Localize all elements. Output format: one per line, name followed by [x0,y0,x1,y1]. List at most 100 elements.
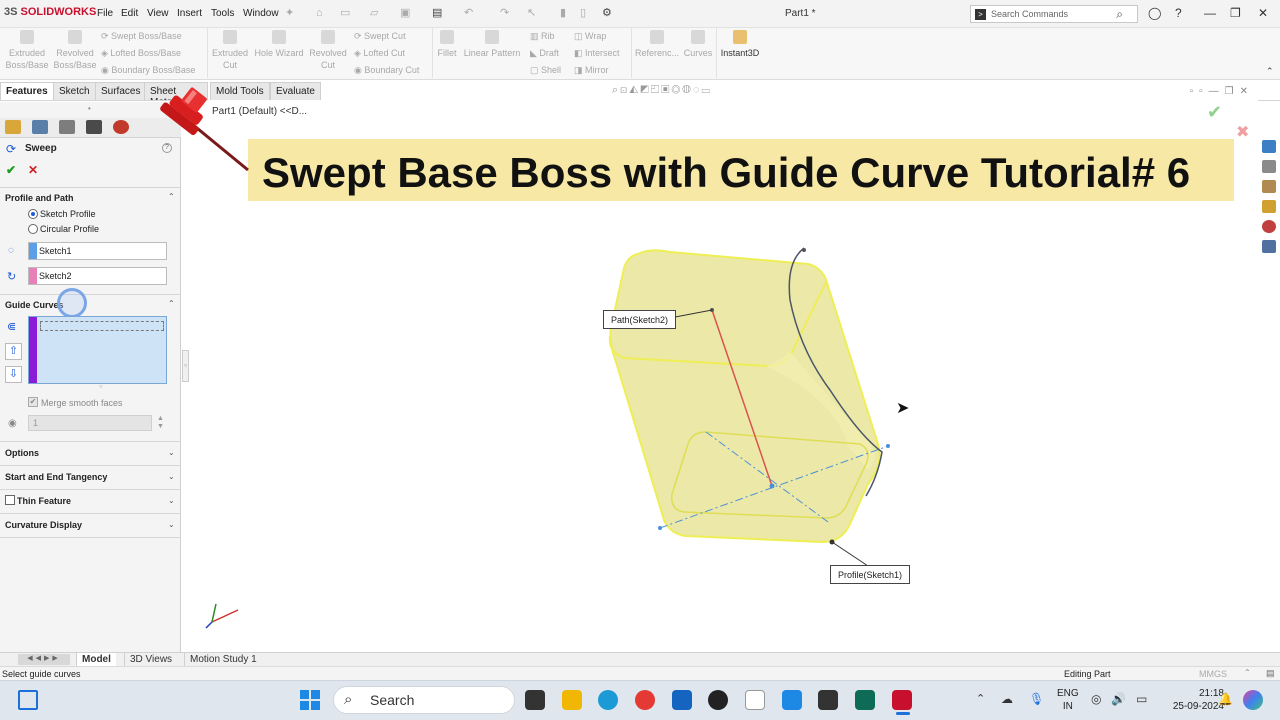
swept-part-model[interactable] [590,240,910,580]
instant3d-button[interactable]: Instant3D [718,30,762,59]
spin-arrows-icon[interactable]: ▲ ▼ [157,415,164,431]
command-search-input[interactable]: > Search Commands ⌕ [970,5,1138,23]
units-chevron-icon[interactable]: ⌃ [1244,668,1251,677]
section-view-icon[interactable]: ◩ [640,84,650,96]
revolved-cut-button[interactable]: Revolved Cut [306,30,350,71]
file-explorer-icon[interactable] [562,690,582,710]
battery-icon[interactable]: ▭ [1136,692,1147,706]
design-library-icon[interactable] [1262,180,1276,193]
minimize-icon[interactable]: — [1204,6,1216,20]
extruded-cut-button[interactable]: Extruded Cut [210,30,250,71]
intersect-button[interactable]: ◧ Intersect [574,48,620,59]
viewport-window-controls[interactable]: ▫▫—❐✕ [1190,86,1254,97]
tab-model[interactable]: Model [76,653,116,667]
options-heading[interactable]: Options [5,448,39,458]
redo-icon[interactable]: ↷ [500,7,512,19]
profile-and-path-heading[interactable]: Profile and Path [5,193,74,203]
undo-icon[interactable]: ↶ [464,7,476,19]
user-icon[interactable]: ◯ [1148,6,1161,20]
lofted-cut-button[interactable]: ◈ Lofted Cut [354,48,405,59]
curvature-display-heading[interactable]: Curvature Display [5,520,82,530]
menu-window[interactable]: Window [243,8,279,19]
shell-button[interactable]: ▢ Shell [530,65,561,76]
network-icon[interactable]: ◎ [1091,692,1101,706]
circular-profile-radio[interactable] [28,224,38,234]
edge-browser-icon[interactable] [598,690,618,710]
cloud-icon[interactable]: ☁ [1001,692,1013,706]
thin-feature-heading[interactable]: Thin Feature [17,496,71,506]
merge-smooth-checkbox[interactable]: ✔ [28,397,38,407]
panel-collapse-handle[interactable]: ○ [182,350,189,382]
count-spinbox[interactable]: 1 [28,415,152,431]
confirm-corner-check-icon[interactable]: ✔ [1207,102,1222,123]
thin-feature-checkbox[interactable] [5,495,15,505]
guide-curves-list[interactable] [28,316,167,384]
save-icon[interactable]: ▣ [400,7,412,19]
select-icon[interactable]: ↖ [527,7,539,19]
dimxpert-icon[interactable] [86,120,102,134]
custom-properties-icon[interactable] [1262,240,1276,253]
resources-icon[interactable] [1262,160,1276,173]
search-icon[interactable]: ⌕ [1116,7,1123,22]
move-down-button[interactable]: ⇩ [5,366,22,383]
calculator-icon[interactable] [782,690,802,710]
guide-curves-heading[interactable]: Guide Curves [5,300,64,310]
mirror-button[interactable]: ◨ Mirror [574,65,609,76]
profile-callout[interactable]: Profile(Sketch1) [830,565,911,584]
display-style-icon[interactable]: ▣ [661,84,671,96]
volume-icon[interactable]: 🔊 [1111,692,1126,706]
terminal-app-icon[interactable] [855,690,875,710]
pin-menu-icon[interactable]: ✦ [285,7,297,19]
menu-insert[interactable]: Insert [177,8,202,19]
guide-endpoint[interactable] [802,248,806,252]
collapse-ribbon-icon[interactable]: ⌃ [1266,66,1274,77]
units-selector[interactable]: MMGS [1199,669,1227,679]
help-icon[interactable]: ? [1175,6,1182,20]
reference-geometry-button[interactable]: Referenc... [634,30,680,59]
gear-icon[interactable]: ⚙ [602,7,614,19]
sketch-profile-radio[interactable] [28,209,38,219]
start-windows-icon[interactable] [300,690,320,710]
tab-evaluate[interactable]: Evaluate [270,82,321,100]
check-icon[interactable]: ✔ [6,163,16,177]
tab-3d-views[interactable]: 3D Views [124,653,177,667]
boundary-cut-button[interactable]: ◉ Boundary Cut [354,65,419,76]
menu-view[interactable]: View [147,8,169,19]
menu-tools[interactable]: Tools [211,8,234,19]
eye-icon[interactable]: ◉ [8,418,17,429]
curves-button[interactable]: Curves [681,30,715,59]
file-explorer-icon[interactable] [1262,200,1276,213]
configuration-manager-icon[interactable] [59,120,75,134]
tab-scroll-arrows-icon[interactable]: ◀◀▶▶ [18,654,70,665]
start-end-tangency-heading[interactable]: Start and End Tangency [5,472,107,482]
view-orientation-icon[interactable]: ◰ [651,84,661,96]
solidworks-app-icon[interactable] [892,690,912,710]
fillet-button[interactable]: Fillet [434,30,460,59]
zoom-area-icon[interactable]: ⊡ [620,84,629,96]
store-icon[interactable] [672,690,692,710]
hole-wizard-button[interactable]: Hole Wizard [252,30,306,59]
guide-list-empty-slot[interactable] [40,321,164,331]
rebuild-icon[interactable]: ▮ [560,7,572,19]
wrap-button[interactable]: ◫ Wrap [574,31,606,42]
tab-sketch[interactable]: Sketch [53,82,96,100]
menu-file[interactable]: File [97,8,113,19]
menu-edit[interactable]: Edit [121,8,138,19]
zoom-to-fit-icon[interactable]: ⌕ [612,84,620,96]
display-manager-icon[interactable] [113,120,129,134]
property-manager-icon[interactable] [32,120,48,134]
sketch-point[interactable] [658,526,662,530]
tab-features[interactable]: Features [0,82,54,100]
tab-surfaces[interactable]: Surfaces [95,82,147,100]
notepad-icon[interactable] [745,690,765,710]
feature-manager-icon[interactable] [5,120,21,134]
close-window-icon[interactable]: ✕ [1258,6,1268,20]
new-document-icon[interactable]: ▭ [340,7,352,19]
profile-selection-field[interactable]: Sketch1 [28,242,167,260]
close-icon[interactable]: ✕ [28,163,38,177]
appearances-icon[interactable] [1262,220,1276,233]
file-properties-icon[interactable]: ▯ [580,7,592,19]
revolved-boss-button[interactable]: Revolved Boss/Base [52,30,98,71]
path-midpoint[interactable] [769,483,775,489]
tray-chevron-icon[interactable]: ⌃ [976,692,985,705]
